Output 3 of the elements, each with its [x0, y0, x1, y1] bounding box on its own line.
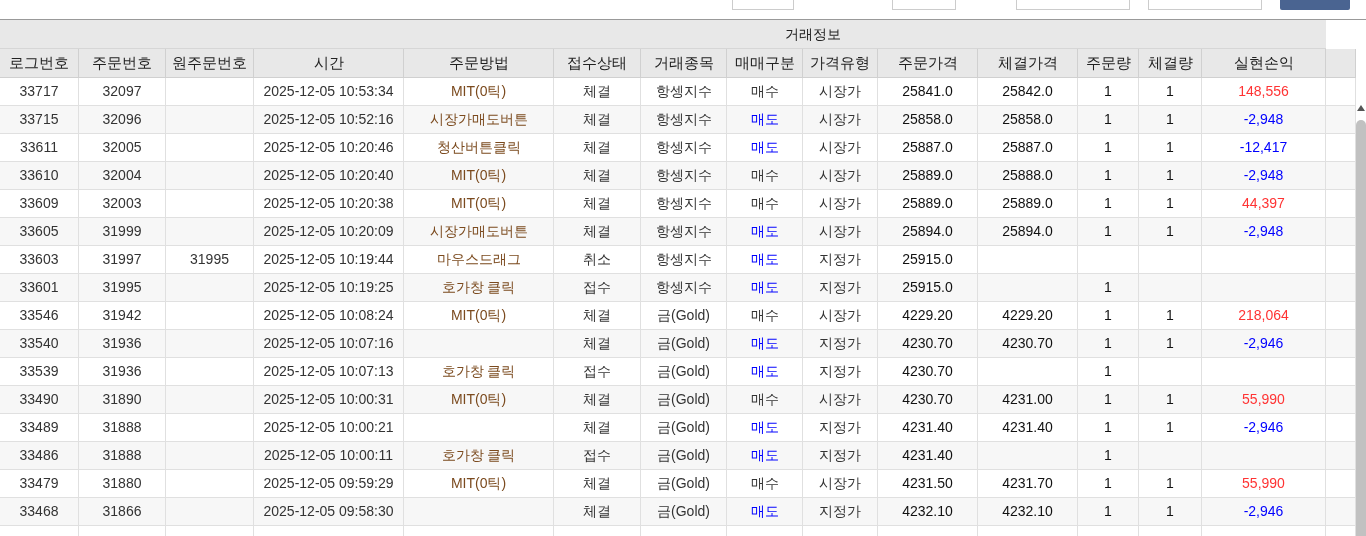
scrollbar-thumb[interactable]: [1356, 120, 1366, 536]
scroll-up-icon[interactable]: [1357, 105, 1365, 111]
group-header: 거래정보: [0, 20, 1326, 49]
